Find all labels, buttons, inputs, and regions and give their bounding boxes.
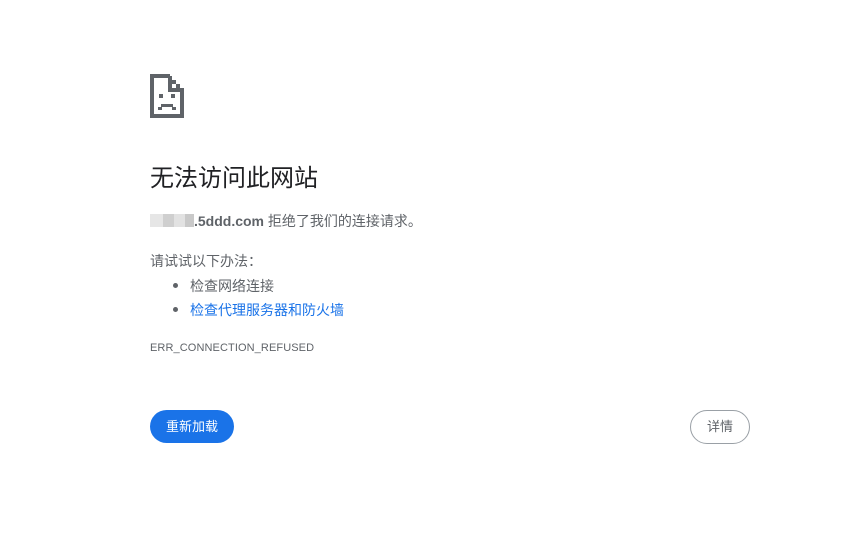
page-title: 无法访问此网站 [150, 165, 318, 192]
suggestion-check-proxy: 检查代理服务器和防火墙 [150, 298, 344, 322]
reload-button[interactable]: 重新加载 [150, 410, 234, 443]
sad-page-icon [150, 74, 184, 118]
host-name: .5ddd.com [194, 213, 265, 229]
error-summary: .5ddd.com 拒绝了我们的连接请求。 [150, 211, 422, 231]
suggestions-heading: 请试试以下办法： [150, 253, 262, 269]
suggestions-list: 检查网络连接 检查代理服务器和防火墙 [150, 274, 344, 322]
error-page: 无法访问此网站 .5ddd.com 拒绝了我们的连接请求。 请试试以下办法： 检… [0, 0, 854, 558]
suggestion-check-network: 检查网络连接 [150, 274, 344, 298]
bullet-icon [173, 307, 178, 312]
error-message: 拒绝了我们的连接请求。 [264, 213, 422, 229]
check-proxy-firewall-link[interactable]: 检查代理服务器和防火墙 [190, 302, 344, 318]
error-code: ERR_CONNECTION_REFUSED [150, 342, 315, 354]
suggestion-label: 检查网络连接 [190, 278, 274, 294]
details-button[interactable]: 详情 [690, 410, 750, 444]
bullet-icon [173, 283, 178, 288]
redacted-host-prefix [150, 214, 194, 227]
